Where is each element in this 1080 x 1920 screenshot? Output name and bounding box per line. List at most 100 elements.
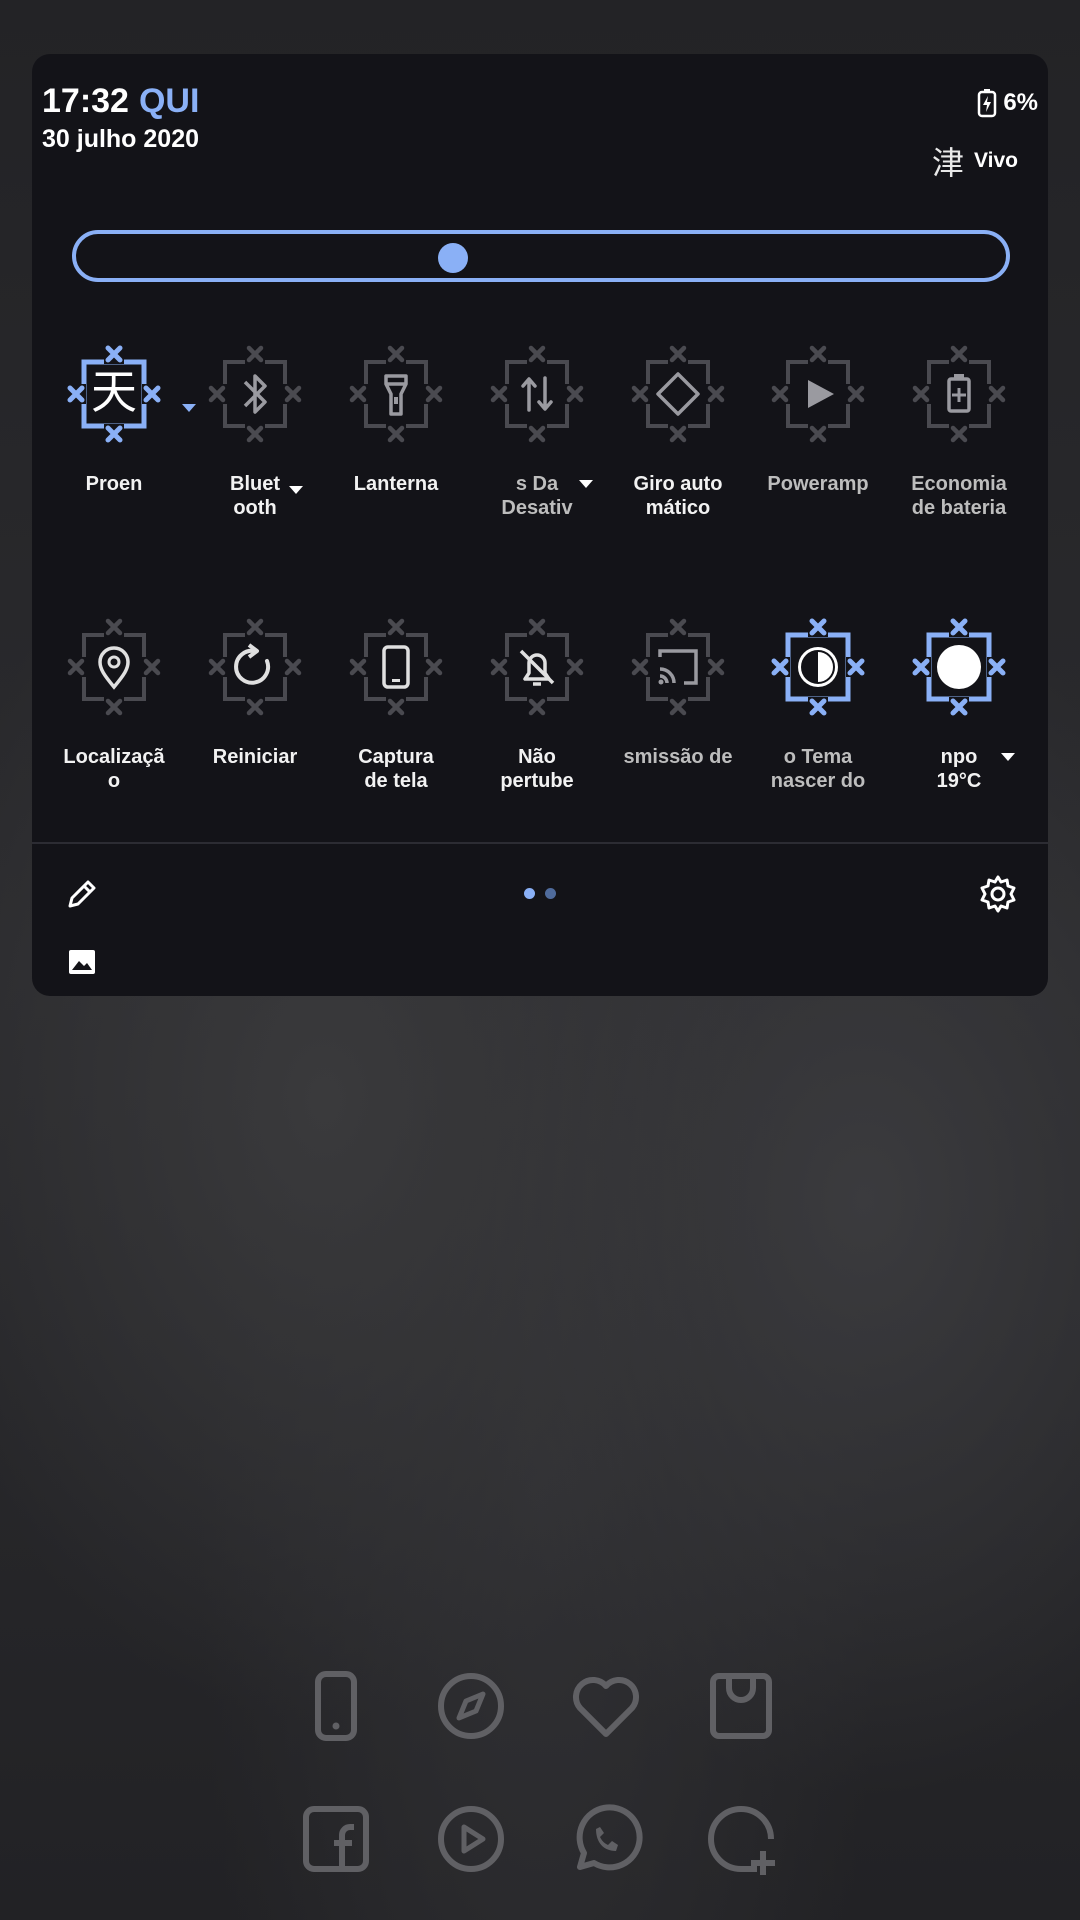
tile-button[interactable]	[346, 344, 446, 444]
auto-rotate-icon	[656, 372, 700, 416]
tile-button[interactable]: 天	[64, 344, 164, 444]
expand-caret-icon[interactable]	[289, 486, 303, 494]
settings-button[interactable]	[976, 872, 1020, 916]
pencil-icon	[68, 880, 96, 908]
tile-frame	[348, 344, 444, 444]
expand-caret-icon[interactable]	[579, 480, 593, 488]
tile-button[interactable]	[768, 617, 868, 717]
tile-label: Lanterna	[353, 473, 439, 495]
svg-text:天: 天	[91, 365, 137, 419]
tile-button[interactable]	[909, 617, 1009, 717]
image-icon	[69, 950, 95, 974]
tile-button[interactable]	[768, 344, 868, 444]
brightness-slider[interactable]	[72, 230, 1010, 282]
tile-frame	[770, 617, 866, 717]
add-chat-icon[interactable]	[701, 1799, 781, 1879]
tile-cast[interactable]: smissão de	[612, 617, 744, 769]
carrier-name: Vivo	[974, 149, 1018, 172]
kanji-icon: 天	[91, 365, 137, 419]
tile-restart[interactable]: Reiniciar	[189, 617, 321, 769]
compass-icon[interactable]	[431, 1666, 511, 1746]
tile-button[interactable]	[628, 617, 728, 717]
tile-button[interactable]	[487, 344, 587, 444]
tile-frame	[630, 617, 726, 717]
battery-saver-icon	[947, 374, 971, 413]
tile-location[interactable]: Localizaçã o	[48, 617, 180, 793]
cast-icon	[658, 649, 698, 685]
tile-flashlight[interactable]: Lanterna	[330, 344, 462, 496]
expand-caret-icon[interactable]	[1001, 753, 1015, 761]
page-dot	[545, 888, 556, 899]
battery-indicator[interactable]: 6%	[977, 88, 1038, 118]
carrier-label: 津 Vivo	[932, 138, 1018, 184]
tile-label: Captura de tela	[358, 746, 434, 792]
carrier-logo: 津	[932, 144, 965, 182]
page-indicator[interactable]	[524, 888, 556, 899]
wallpaper-button[interactable]	[62, 942, 102, 982]
tile-screenshot[interactable]: Captura de tela	[330, 617, 462, 793]
flashlight-icon	[384, 374, 408, 416]
tile-button[interactable]	[346, 617, 446, 717]
play-circle-icon[interactable]	[431, 1799, 511, 1879]
tile-battery-saver[interactable]: Economia de bateria	[893, 344, 1025, 520]
location-icon	[98, 646, 130, 690]
date-text[interactable]: 30 julho 2020	[42, 125, 199, 154]
tile-bluetooth[interactable]: Bluet ooth	[189, 344, 321, 520]
tile-weather[interactable]: npo 19°C	[893, 617, 1025, 793]
tile-button[interactable]	[205, 344, 305, 444]
edit-button[interactable]	[62, 874, 102, 914]
brightness-thumb[interactable]	[437, 243, 468, 273]
tile-label: Bluet ooth	[230, 473, 280, 519]
battery-percent: 6%	[1003, 89, 1038, 116]
tile-frame	[207, 344, 303, 444]
tile-auto-rotate[interactable]: Giro auto mático	[612, 344, 744, 520]
facebook-icon[interactable]	[296, 1799, 376, 1879]
tile-label: Localizaçã o	[63, 746, 165, 792]
divider	[32, 842, 1048, 844]
tile-frame	[489, 344, 585, 444]
phone-icon[interactable]	[296, 1666, 376, 1746]
clock[interactable]: 17:32 QUI	[42, 82, 199, 121]
tile-label: Economia de bateria	[911, 473, 1007, 519]
quick-settings-panel: 17:32 QUI 30 julho 2020 6% 津 Vivo 天 Proen…	[32, 54, 1048, 996]
time-text: 17:32	[42, 82, 129, 120]
page-dot-active	[524, 888, 535, 899]
tile-frame	[911, 617, 1007, 717]
play-icon	[808, 380, 834, 408]
tile-label: Não pertube	[500, 746, 574, 792]
tile-button[interactable]	[205, 617, 305, 717]
tile-frame	[207, 617, 303, 717]
whatsapp-icon[interactable]	[566, 1799, 646, 1879]
tile-frame	[66, 617, 162, 717]
tile-frame	[348, 617, 444, 717]
tile-button[interactable]	[909, 344, 1009, 444]
tile-data-transfer[interactable]: s Da Desativ	[471, 344, 603, 520]
tile-label: Proen	[85, 473, 143, 495]
tile-kanji[interactable]: 天 Proen	[48, 344, 196, 496]
tile-frame: 天	[66, 344, 162, 444]
tile-label: o Tema nascer do	[770, 746, 866, 792]
tile-play[interactable]: Poweramp	[752, 344, 884, 496]
data-transfer-icon	[521, 376, 553, 412]
tile-frame	[770, 344, 866, 444]
tile-theme[interactable]: o Tema nascer do	[752, 617, 884, 793]
do-not-disturb-icon	[519, 649, 555, 686]
battery-charging-icon	[978, 89, 997, 118]
shop-icon[interactable]	[701, 1666, 781, 1746]
tile-label: smissão de	[623, 746, 733, 768]
weekday-text: QUI	[138, 82, 200, 120]
tile-frame	[489, 617, 585, 717]
tile-label: Poweramp	[767, 473, 869, 495]
heart-icon[interactable]	[566, 1666, 646, 1746]
tile-label: Giro auto mático	[633, 473, 723, 519]
tile-button[interactable]	[628, 344, 728, 444]
screenshot-icon	[382, 645, 410, 689]
bluetooth-icon	[243, 374, 267, 414]
tile-button[interactable]	[64, 617, 164, 717]
theme-icon	[798, 647, 838, 687]
tile-button[interactable]	[487, 617, 587, 717]
weather-icon	[937, 645, 981, 689]
tile-frame	[630, 344, 726, 444]
tile-label: Reiniciar	[212, 746, 298, 768]
tile-do-not-disturb[interactable]: Não pertube	[471, 617, 603, 793]
